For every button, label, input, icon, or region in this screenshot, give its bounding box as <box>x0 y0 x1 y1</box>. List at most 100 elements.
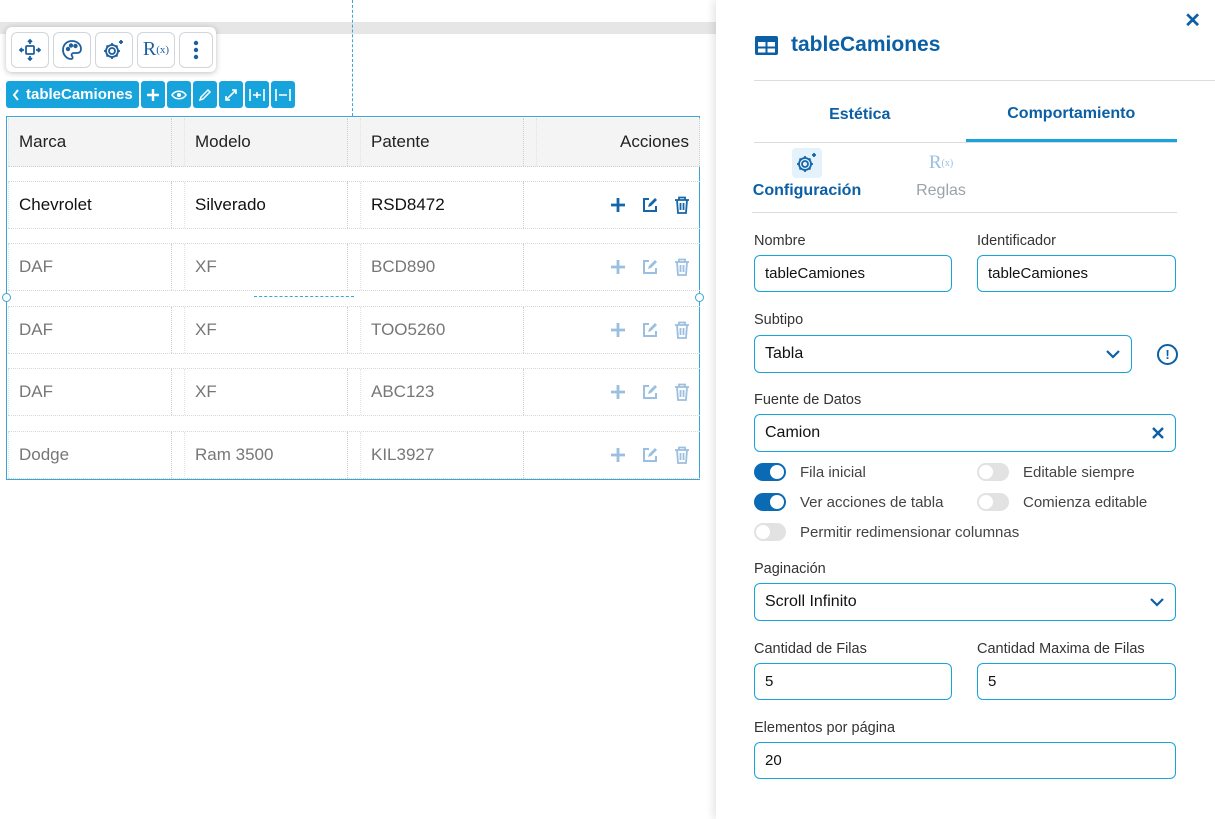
cell-patente: KIL3927 <box>360 432 524 478</box>
table-row[interactable]: DAF XF BCD890 <box>8 243 700 291</box>
subtipo-select[interactable]: Tabla <box>754 335 1132 373</box>
add-row-icon[interactable] <box>608 257 628 277</box>
expand-icon[interactable] <box>218 81 243 108</box>
cell-modelo: XF <box>184 369 348 415</box>
component-tag[interactable]: tableCamiones <box>6 81 139 108</box>
close-icon[interactable]: ✕ <box>1184 8 1201 33</box>
cell-patente: BCD890 <box>360 244 524 290</box>
table-header-row: Marca Modelo Patente Acciones <box>8 118 700 167</box>
subtab-reglas-label: Reglas <box>916 182 966 199</box>
rules-icon[interactable]: R (x) <box>137 31 175 68</box>
add-row-icon[interactable] <box>608 445 628 465</box>
switch[interactable] <box>977 463 1009 481</box>
subtab-configuracion[interactable]: Configuración <box>752 148 862 200</box>
table-component[interactable]: Marca Modelo Patente Acciones Chevrolet … <box>6 116 700 480</box>
trash-icon[interactable] <box>672 382 692 402</box>
rules-icon: R (x) <box>928 152 954 173</box>
table-row[interactable]: Chevrolet Silverado RSD8472 <box>8 181 700 229</box>
rules-icon-letter: R <box>142 38 157 60</box>
column-header-patente[interactable]: Patente <box>360 118 524 166</box>
edit-icon[interactable] <box>640 195 660 215</box>
elementos-label: Elementos por página <box>754 720 896 736</box>
expand-columns-icon[interactable] <box>244 81 269 108</box>
resize-handle-right[interactable] <box>695 293 704 302</box>
cell-patente: RSD8472 <box>360 182 524 228</box>
table-row[interactable]: Dodge Ram 3500 KIL3927 <box>8 431 700 479</box>
cantidad-filas-label: Cantidad de Filas <box>754 641 867 657</box>
table-row[interactable]: DAF XF TOO5260 <box>8 306 700 354</box>
tab-estetica[interactable]: Estética <box>754 88 966 142</box>
toggle-comienza-editable[interactable]: Comienza editable <box>977 493 1147 511</box>
clear-icon[interactable] <box>1151 426 1165 440</box>
row-actions <box>608 182 692 228</box>
cell-modelo: XF <box>184 244 348 290</box>
cantidad-max-label: Cantidad Maxima de Filas <box>977 641 1145 657</box>
cell-patente: TOO5260 <box>360 307 524 353</box>
move-icon[interactable] <box>11 31 49 68</box>
identificador-field[interactable]: tableCamiones <box>977 255 1176 292</box>
rules-icon-sub: (x) <box>156 43 170 56</box>
nombre-field[interactable]: tableCamiones <box>754 255 952 292</box>
subtab-reglas[interactable]: R (x) Reglas <box>906 148 976 200</box>
cell-marca: DAF <box>8 307 172 353</box>
column-header-marca[interactable]: Marca <box>8 118 172 166</box>
toggle-label: Permitir redimensionar columnas <box>800 523 1020 541</box>
toggle-label: Ver acciones de tabla <box>800 493 944 511</box>
trash-icon[interactable] <box>672 195 692 215</box>
toggle-ver-acciones[interactable]: Ver acciones de tabla <box>754 493 943 511</box>
edit-icon[interactable] <box>640 320 660 340</box>
row-actions <box>608 369 692 415</box>
edit-icon[interactable] <box>640 382 660 402</box>
settings-icon <box>792 148 822 178</box>
palette-icon[interactable] <box>53 31 91 68</box>
properties-panel: ✕ tableCamiones Estética Comportamiento … <box>716 0 1215 819</box>
fuente-select[interactable]: Camion <box>754 414 1176 452</box>
trash-icon[interactable] <box>672 445 692 465</box>
divider <box>754 80 1215 81</box>
cantidad-max-field[interactable]: 5 <box>977 663 1176 700</box>
toggle-redimensionar[interactable]: Permitir redimensionar columnas <box>754 523 1019 541</box>
pencil-icon[interactable] <box>192 81 217 108</box>
edit-icon[interactable] <box>640 257 660 277</box>
resize-handle-left[interactable] <box>2 293 11 302</box>
row-actions <box>608 244 692 290</box>
cell-marca: DAF <box>8 244 172 290</box>
eye-icon[interactable] <box>166 81 191 108</box>
table-icon <box>755 35 778 55</box>
chevron-left-icon <box>12 88 19 101</box>
toggle-fila-inicial[interactable]: Fila inicial <box>754 463 866 481</box>
paginacion-value: Scroll Infinito <box>765 593 857 610</box>
trash-icon[interactable] <box>672 320 692 340</box>
add-row-icon[interactable] <box>608 382 628 402</box>
add-icon[interactable] <box>140 81 165 108</box>
column-header-acciones[interactable]: Acciones <box>536 118 700 166</box>
info-icon[interactable]: ! <box>1157 344 1178 365</box>
switch[interactable] <box>977 493 1009 511</box>
shrink-columns-icon[interactable] <box>270 81 295 108</box>
switch[interactable] <box>754 463 786 481</box>
cell-modelo: Ram 3500 <box>184 432 348 478</box>
edit-icon[interactable] <box>640 445 660 465</box>
more-icon[interactable] <box>179 31 213 68</box>
table-row[interactable]: DAF XF ABC123 <box>8 368 700 416</box>
switch[interactable] <box>754 523 786 541</box>
tab-comportamiento[interactable]: Comportamiento <box>965 88 1177 142</box>
cantidad-filas-field[interactable]: 5 <box>754 663 952 700</box>
subtab-configuracion-label: Configuración <box>752 182 862 199</box>
subtipo-value: Tabla <box>765 345 804 362</box>
trash-icon[interactable] <box>672 257 692 277</box>
elementos-field[interactable]: 20 <box>754 742 1176 779</box>
toggle-editable-siempre[interactable]: Editable siempre <box>977 463 1135 481</box>
alignment-guide <box>352 0 353 116</box>
column-header-modelo[interactable]: Modelo <box>184 118 348 166</box>
add-row-icon[interactable] <box>608 195 628 215</box>
switch[interactable] <box>754 493 786 511</box>
toggle-label: Fila inicial <box>800 463 866 481</box>
component-tag-bar: tableCamiones <box>6 81 295 108</box>
drop-guide <box>254 296 354 297</box>
add-row-icon[interactable] <box>608 320 628 340</box>
paginacion-select[interactable]: Scroll Infinito <box>754 583 1176 621</box>
settings-icon[interactable] <box>95 31 133 68</box>
component-tag-name: tableCamiones <box>26 86 133 103</box>
nombre-label: Nombre <box>754 233 806 249</box>
